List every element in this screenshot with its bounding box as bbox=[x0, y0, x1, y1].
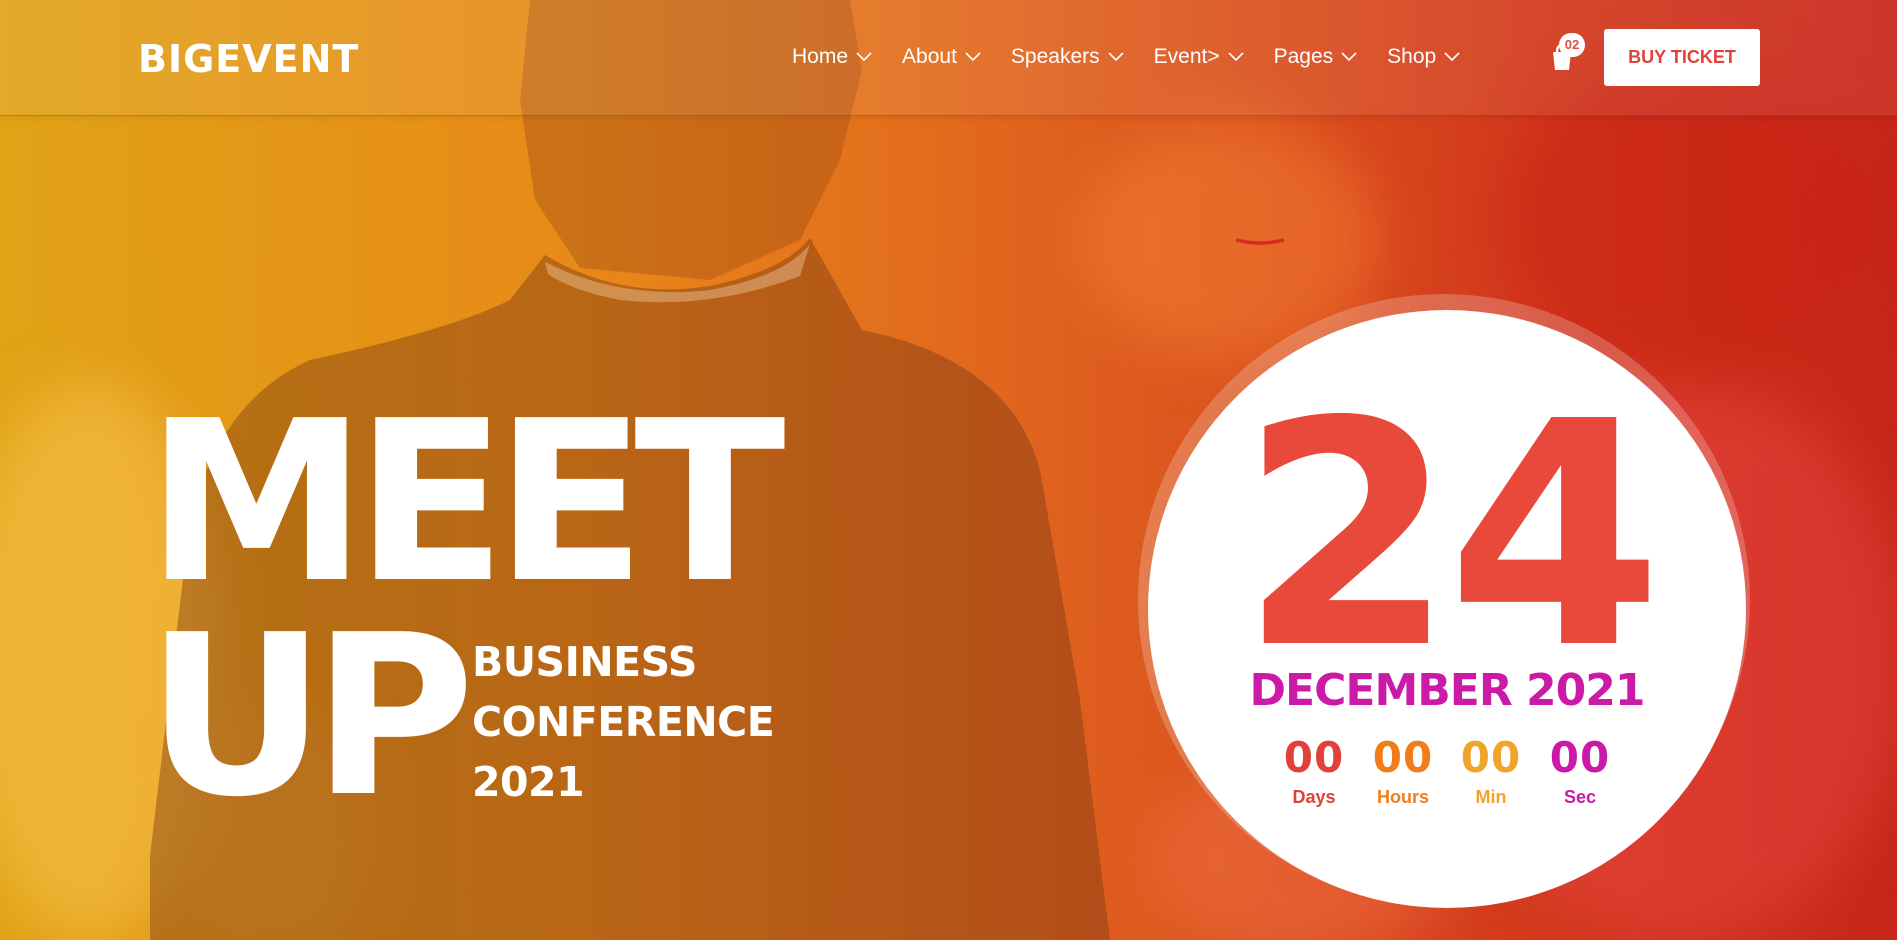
decorative-red-dash bbox=[1236, 238, 1284, 245]
cart-count-badge: 02 bbox=[1559, 33, 1585, 57]
buy-ticket-button[interactable]: BUY TICKET bbox=[1604, 29, 1760, 86]
event-day: 24 bbox=[1239, 356, 1662, 717]
nav-item-label: Shop bbox=[1387, 45, 1437, 68]
chevron-down-icon bbox=[1341, 52, 1357, 62]
countdown-label: Days bbox=[1292, 787, 1336, 807]
countdown-days: 00 Days bbox=[1274, 733, 1354, 809]
subtitle-line: 2021 bbox=[472, 758, 585, 806]
subtitle-line: CONFERENCE bbox=[472, 698, 775, 746]
chevron-down-icon bbox=[965, 52, 981, 62]
main-nav: Home About Speakers Event> Pages Shop bbox=[792, 40, 1490, 74]
nav-item-shop[interactable]: Shop bbox=[1387, 40, 1460, 74]
countdown-value: 00 bbox=[1283, 733, 1345, 782]
chevron-down-icon bbox=[1444, 52, 1460, 62]
subtitle-line: BUSINESS bbox=[472, 638, 697, 686]
nav-item-label: Speakers bbox=[1010, 45, 1100, 68]
countdown-minutes: 00 Min bbox=[1451, 733, 1531, 809]
nav-item-label: Home bbox=[792, 45, 849, 68]
countdown-value: 00 bbox=[1460, 733, 1522, 782]
nav-item-label: Pages bbox=[1273, 45, 1334, 68]
nav-item-label: About bbox=[902, 45, 957, 68]
countdown-label: Sec bbox=[1563, 787, 1597, 807]
countdown-hours: 00 Hours bbox=[1363, 733, 1443, 809]
nav-item-event[interactable]: Event> bbox=[1154, 40, 1244, 74]
countdown-label: Min bbox=[1475, 787, 1507, 807]
nav-item-about[interactable]: About bbox=[902, 40, 981, 74]
chevron-down-icon bbox=[1228, 52, 1244, 62]
brand-logo[interactable]: BIGEVENT bbox=[138, 34, 359, 84]
nav-item-label: Event> bbox=[1153, 45, 1220, 68]
chevron-down-icon bbox=[856, 52, 872, 62]
nav-item-home[interactable]: Home bbox=[792, 40, 872, 74]
countdown-seconds: 00 Sec bbox=[1540, 733, 1620, 809]
chevron-down-icon bbox=[1108, 52, 1124, 62]
hero-title-line2: UP bbox=[146, 588, 475, 846]
hero-subtitle: BUSINESS CONFERENCE 2021 bbox=[472, 632, 802, 812]
countdown-value: 00 bbox=[1372, 733, 1434, 782]
hero-title-line1: MEET bbox=[146, 374, 786, 632]
countdown-value: 00 bbox=[1549, 733, 1611, 782]
event-month-year: DECEMBER 2021 bbox=[1249, 665, 1646, 716]
nav-item-pages[interactable]: Pages bbox=[1274, 40, 1358, 74]
nav-item-speakers[interactable]: Speakers bbox=[1011, 40, 1124, 74]
countdown-label: Hours bbox=[1376, 787, 1429, 807]
top-navbar: BIGEVENT Home About Speakers Event> Page… bbox=[0, 0, 1897, 116]
countdown-timer: 00 Days 00 Hours 00 Min 00 Sec bbox=[1274, 733, 1626, 813]
